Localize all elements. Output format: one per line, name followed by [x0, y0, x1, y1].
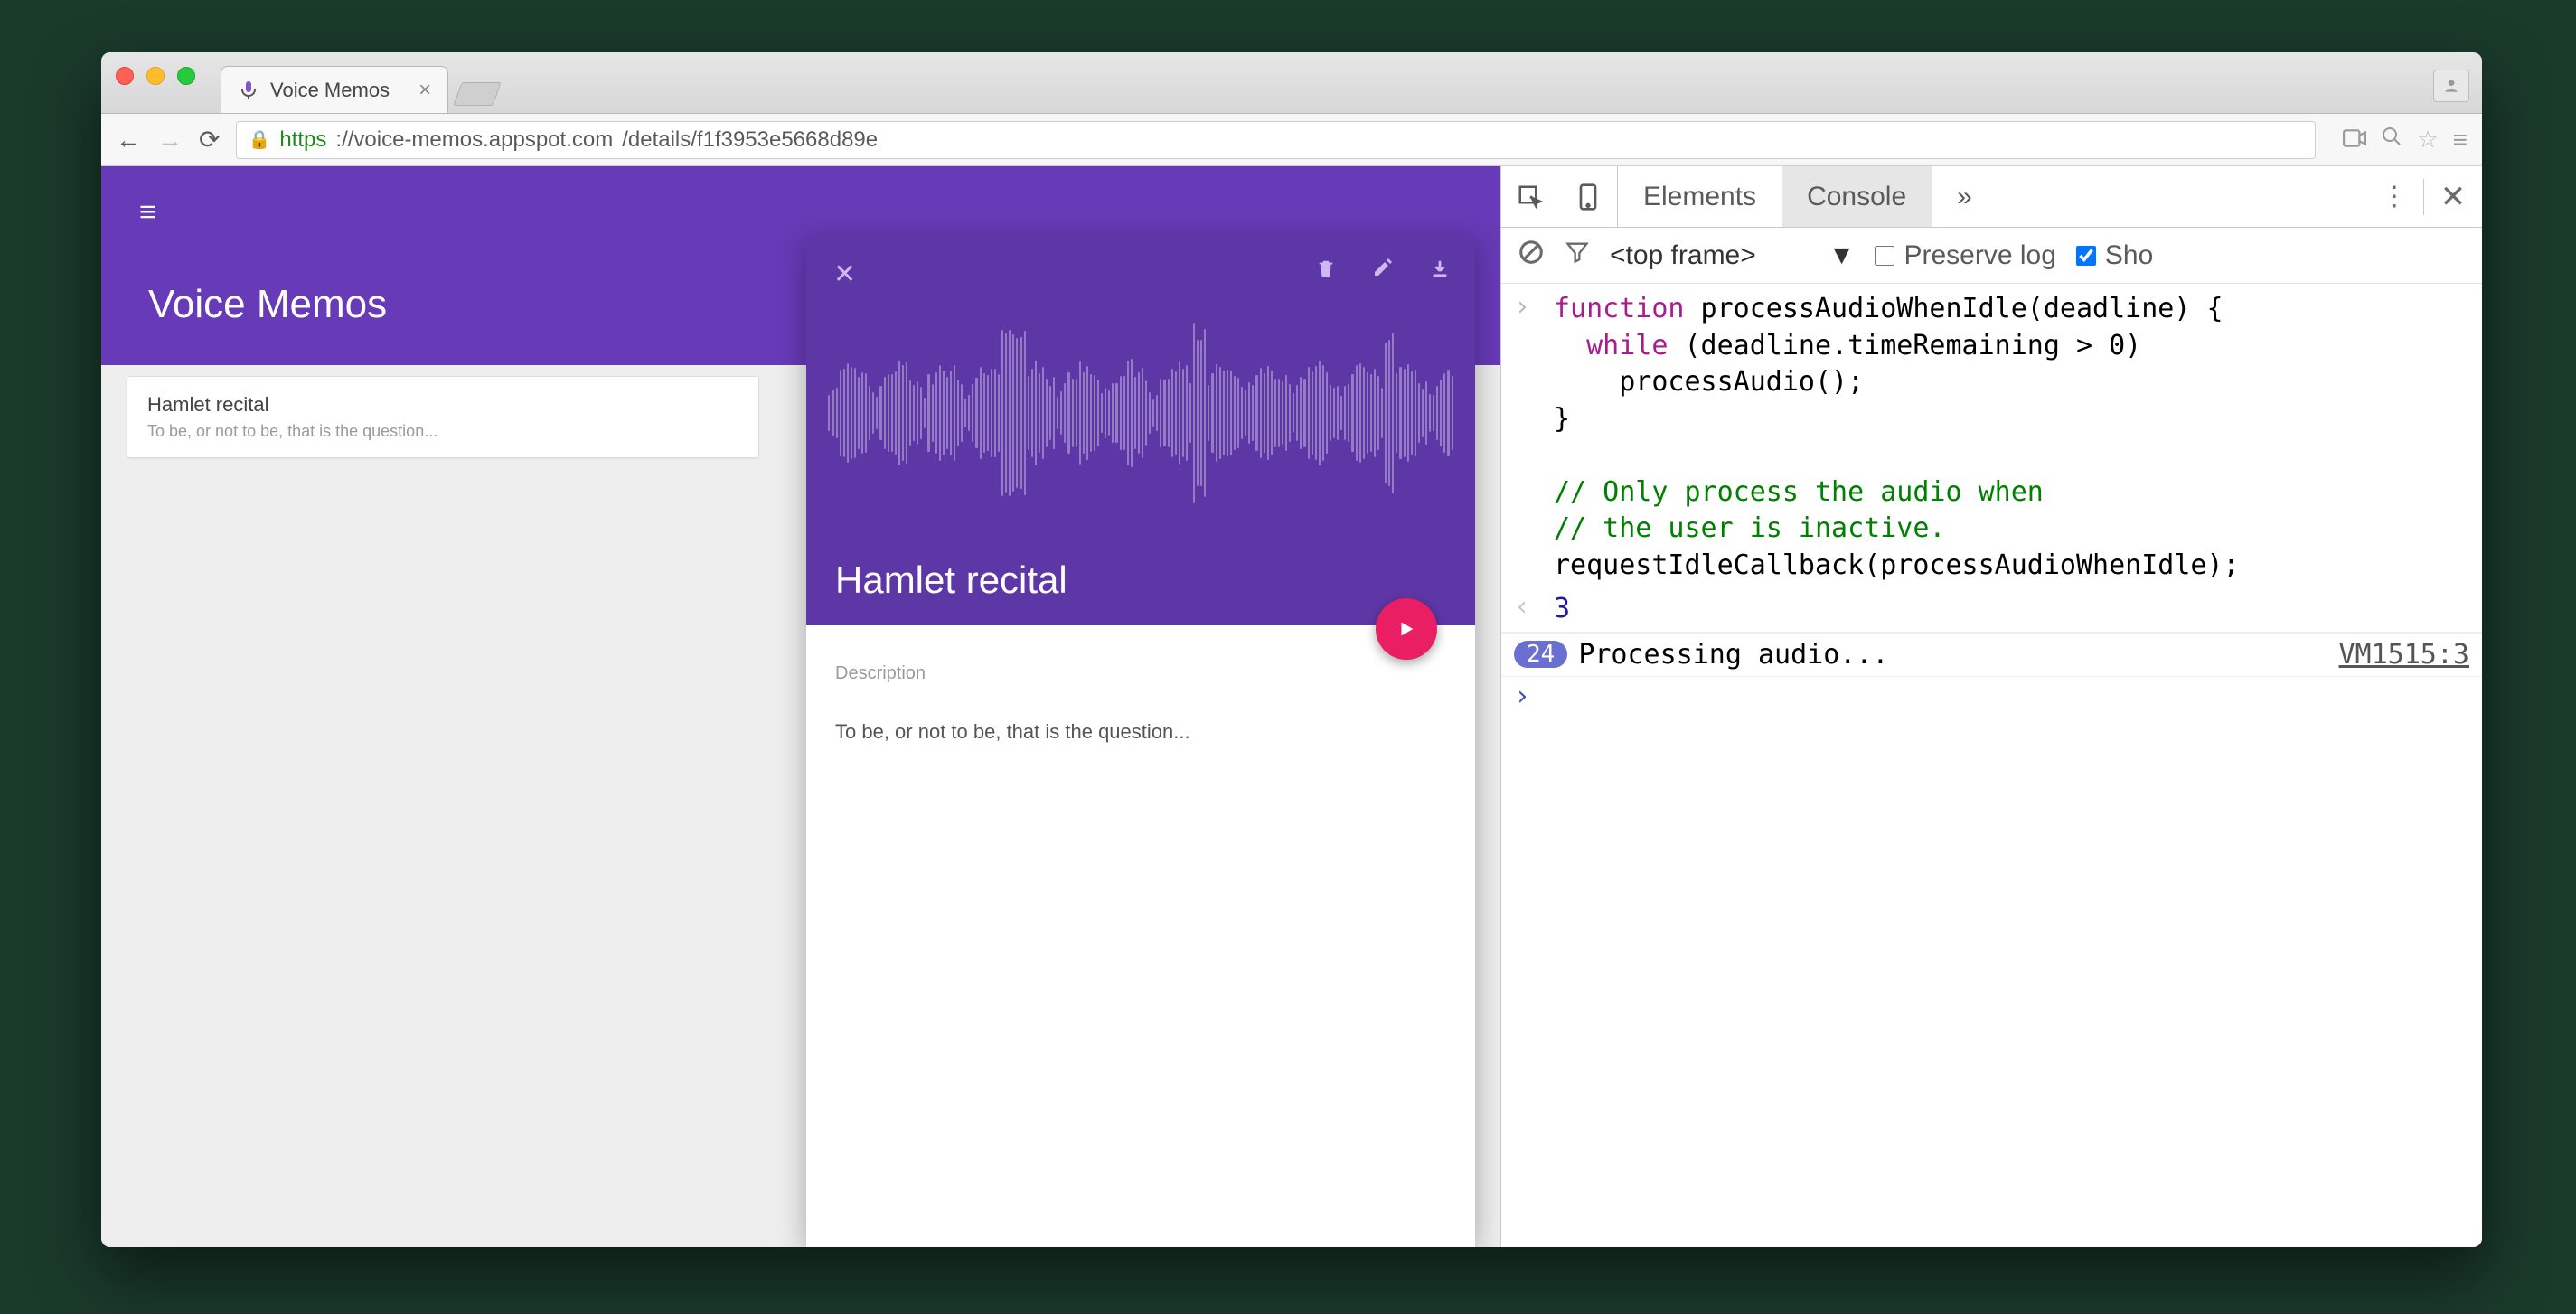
- url-path: /details/f1f3953e5668d89e: [622, 127, 878, 153]
- memo-description: To be, or not to be, that is the questio…: [835, 720, 1446, 744]
- app-menu-button[interactable]: ≡: [139, 195, 156, 229]
- play-button[interactable]: [1376, 598, 1437, 660]
- console-result: 3: [1554, 591, 2469, 628]
- user-icon: [2442, 77, 2460, 95]
- filter-icon[interactable]: [1565, 239, 1590, 272]
- browser-tab[interactable]: Voice Memos ×: [221, 66, 448, 113]
- browser-window: Voice Memos × ← → ⟳ 🔒 https ://voice-memo…: [101, 52, 2482, 1247]
- preserve-log-label: Preserve log: [1904, 240, 2055, 271]
- memo-card[interactable]: Hamlet recital To be, or not to be, that…: [127, 376, 759, 458]
- lock-icon: 🔒: [248, 128, 270, 151]
- tab-console[interactable]: Console: [1782, 166, 1932, 227]
- reload-button[interactable]: ⟳: [199, 125, 220, 155]
- window-close-button[interactable]: [116, 67, 134, 85]
- console-output[interactable]: › function processAudioWhenIdle(deadline…: [1501, 284, 2482, 1247]
- url-protocol: https: [279, 127, 326, 153]
- console-prompt-icon: ›: [1514, 680, 1543, 712]
- preserve-log-checkbox[interactable]: Preserve log: [1875, 240, 2055, 271]
- detail-close-button[interactable]: ✕: [833, 258, 856, 290]
- mic-icon: [238, 80, 259, 101]
- console-log-row: 24 Processing audio... VM1515:3: [1501, 633, 2482, 677]
- waveform-visual: [806, 300, 1475, 526]
- app-title: Voice Memos: [148, 282, 387, 327]
- log-source-link[interactable]: VM1515:3: [2339, 639, 2470, 671]
- device-icon[interactable]: [1559, 166, 1617, 227]
- frame-selector-label: <top frame>: [1610, 240, 1756, 271]
- address-bar[interactable]: 🔒 https ://voice-memos.appspot.com/detail…: [236, 121, 2316, 159]
- detail-actions: [1316, 257, 1450, 286]
- window-minimize-button[interactable]: [146, 67, 165, 85]
- download-icon[interactable]: [1430, 257, 1450, 286]
- devtools-pane: Elements Console » ⋮ ✕ <top frame>: [1500, 166, 2482, 1247]
- edit-icon[interactable]: [1372, 257, 1394, 286]
- inspect-icon[interactable]: [1501, 166, 1559, 227]
- description-label: Description: [835, 663, 1446, 684]
- forward-button[interactable]: →: [157, 126, 183, 155]
- log-count-badge: 24: [1514, 641, 1567, 668]
- tab-close-button[interactable]: ×: [418, 78, 431, 103]
- devtools-tabs: Elements Console » ⋮ ✕: [1501, 166, 2482, 228]
- console-prompt-icon: ›: [1514, 291, 1543, 323]
- console-result-icon: ‹: [1514, 591, 1543, 623]
- tab-title: Voice Memos: [270, 79, 390, 102]
- clear-console-icon[interactable]: [1518, 239, 1545, 273]
- devtools-menu-button[interactable]: ⋮: [2365, 181, 2423, 212]
- memo-detail-hero: ✕ Hamlet recital: [806, 237, 1475, 625]
- camera-icon[interactable]: [2343, 126, 2366, 154]
- memo-card-title: Hamlet recital: [147, 393, 738, 417]
- traffic-lights: [116, 67, 195, 85]
- new-tab-button[interactable]: [453, 82, 501, 106]
- toolbar-right-icons: ☆ ≡: [2343, 126, 2468, 155]
- window-maximize-button[interactable]: [177, 67, 195, 85]
- chevron-down-icon: ▼: [1829, 240, 1856, 271]
- chrome-toolbar: ← → ⟳ 🔒 https ://voice-memos.appspot.com /…: [101, 114, 2482, 166]
- show-checkbox[interactable]: Sho: [2076, 240, 2153, 271]
- memo-detail-card: ✕ Hamlet recital: [806, 237, 1475, 1247]
- console-input-code: function processAudioWhenIdle(deadline) …: [1554, 291, 2469, 584]
- log-message: Processing audio...: [1578, 639, 1888, 671]
- zoom-icon[interactable]: [2381, 126, 2402, 154]
- play-icon: [1396, 619, 1416, 639]
- app-pane: ≡ Voice Memos Hamlet recital To be, or n…: [101, 166, 1500, 1247]
- chrome-profile-button[interactable]: [2433, 70, 2469, 102]
- memo-card-subtitle: To be, or not to be, that is the questio…: [147, 422, 738, 441]
- content-row: ≡ Voice Memos Hamlet recital To be, or n…: [101, 166, 2482, 1247]
- memo-list: Hamlet recital To be, or not to be, that…: [127, 376, 759, 458]
- console-filter-bar: <top frame> ▼ Preserve log Sho: [1501, 228, 2482, 284]
- tab-elements[interactable]: Elements: [1618, 166, 1782, 227]
- url-host: ://voice-memos.appspot.com: [335, 127, 613, 153]
- chrome-menu-button[interactable]: ≡: [2453, 126, 2468, 155]
- chrome-titlebar: Voice Memos ×: [101, 52, 2482, 114]
- tab-overflow[interactable]: »: [1932, 166, 1998, 227]
- devtools-close-button[interactable]: ✕: [2424, 179, 2482, 215]
- frame-selector[interactable]: <top frame> ▼: [1610, 240, 1855, 271]
- show-label: Sho: [2105, 240, 2153, 271]
- memo-detail-body: Description To be, or not to be, that is…: [806, 625, 1475, 782]
- delete-icon[interactable]: [1316, 257, 1336, 286]
- bookmark-icon[interactable]: ☆: [2417, 126, 2438, 154]
- back-button[interactable]: ←: [116, 126, 141, 155]
- memo-detail-title: Hamlet recital: [835, 558, 1067, 602]
